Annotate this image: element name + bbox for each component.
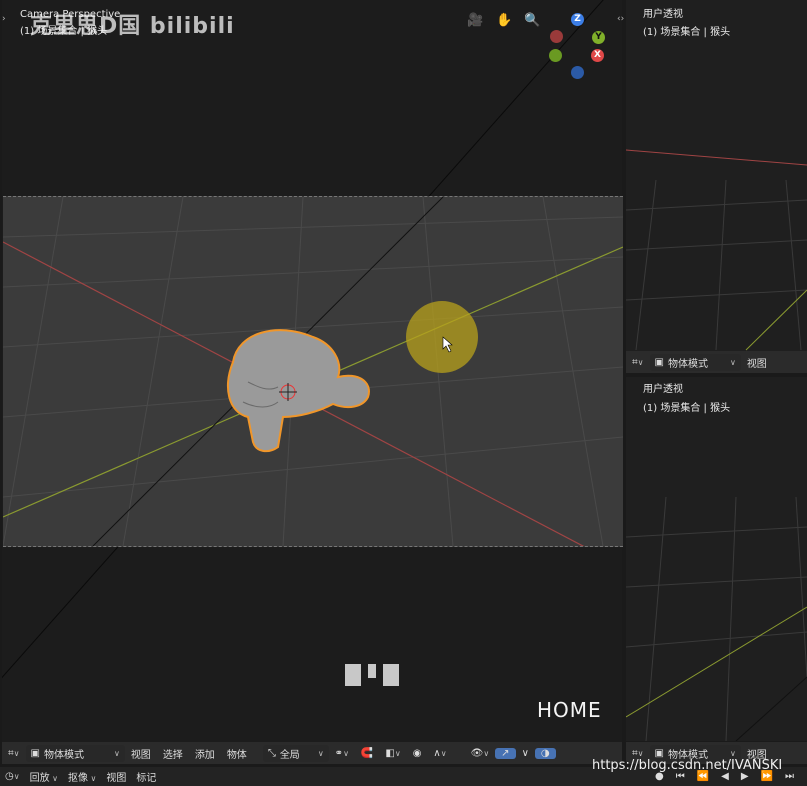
keying-menu[interactable]: 抠像 ∨: [63, 769, 101, 784]
home-key-label: HOME: [537, 698, 602, 722]
right-bottom-title: 用户透视: [643, 384, 683, 395]
right-top-grid: [626, 149, 807, 351]
snap-icon[interactable]: 🧲: [355, 748, 379, 759]
visibility-icon[interactable]: 👁∨: [465, 748, 496, 759]
marker-menu[interactable]: 标记: [131, 769, 161, 784]
jump-end-icon[interactable]: ⏭: [780, 771, 799, 782]
pause-left-bar: [345, 664, 361, 686]
chevron-down-icon: ∨: [113, 748, 120, 758]
mode-dropdown[interactable]: ▣ 物体模式 ∨: [25, 744, 125, 762]
menu-view[interactable]: 视图: [125, 746, 157, 761]
menu-view[interactable]: 视图: [741, 355, 773, 370]
bilibili-watermark: 克里思D国 bilibili: [30, 14, 235, 39]
gizmo-x-axis[interactable]: X: [591, 49, 604, 62]
mode-icon: ▣: [30, 747, 40, 759]
mode-label: 物体模式: [43, 749, 84, 761]
mode-icon: ▣: [654, 356, 664, 368]
right-top-collection: (1) 场景集合 | 猴头: [643, 27, 731, 38]
split-arrow-mid[interactable]: ‹›: [617, 14, 624, 24]
pause-mid-bar: [368, 664, 376, 678]
pause-right-bar: [383, 664, 399, 686]
mode-dropdown[interactable]: ▣ 物体模式 ∨: [649, 353, 741, 371]
editor-type-icon[interactable]: ⌗∨: [2, 748, 26, 759]
transform-orientation-dropdown[interactable]: ⤡ 全局 ∨: [262, 744, 329, 762]
split-arrow-left[interactable]: ›: [2, 14, 6, 24]
gizmo-z-axis[interactable]: Z: [571, 13, 584, 26]
menu-add[interactable]: 添加: [189, 746, 221, 761]
zoom-icon[interactable]: 🔍: [524, 13, 540, 29]
right-bottom-viewport[interactable]: [626, 377, 807, 741]
playback-menu[interactable]: 回放 ∨: [25, 769, 63, 784]
camera-frame: [3, 196, 623, 547]
gizmo-y-axis[interactable]: Y: [592, 31, 605, 44]
gizmo-neg-x[interactable]: [550, 30, 563, 43]
right-bottom-collection: (1) 场景集合 | 猴头: [643, 403, 731, 414]
proportional-edit-icon[interactable]: ◉: [407, 748, 428, 759]
right-bottom-grid: [626, 496, 807, 741]
camera-view-icon[interactable]: 🎥: [467, 13, 483, 29]
snap-target-icon[interactable]: ◧∨: [379, 748, 406, 759]
orientation-icon: ⤡: [267, 747, 276, 759]
gizmo-neg-y[interactable]: [549, 49, 562, 62]
timeline-editor-icon[interactable]: ◷∨: [0, 771, 25, 782]
suzanne-monkey: [227, 329, 370, 453]
menu-select[interactable]: 选择: [157, 746, 189, 761]
transform-label: 全局: [279, 749, 300, 761]
overlay-icon[interactable]: ∨: [516, 748, 535, 759]
scene-grid: [3, 197, 623, 546]
right-top-viewport[interactable]: [626, 0, 807, 373]
editor-type-icon[interactable]: ⌗∨: [626, 748, 650, 759]
right-top-header: ⌗∨ ▣ 物体模式 ∨ 视图: [626, 351, 807, 373]
csdn-url-watermark: https://blog.csdn.net/IVANSKI: [592, 758, 783, 773]
xray-icon[interactable]: ◑: [534, 747, 556, 759]
editor-type-icon[interactable]: ⌗∨: [626, 357, 650, 368]
mode-icon: ▣: [654, 747, 664, 759]
menu-object[interactable]: 物体: [221, 746, 253, 761]
timeline-view-menu[interactable]: 视图: [101, 769, 131, 784]
gizmo-neg-z[interactable]: [571, 66, 584, 79]
cursor-highlight: [406, 301, 478, 373]
pivot-icon[interactable]: ⚭∨: [329, 748, 355, 759]
gizmo-toggle-icon[interactable]: ↗: [495, 747, 516, 759]
main-viewport-header: ⌗∨ ▣ 物体模式 ∨ 视图 选择 添加 物体 ⤡ 全局 ∨ ⚭∨ 🧲 ◧∨ ◉ ∧∨ …: [2, 742, 622, 764]
falloff-icon[interactable]: ∧∨: [427, 748, 452, 759]
right-top-title: 用户透视: [643, 9, 683, 20]
pan-hand-icon[interactable]: ✋: [496, 13, 512, 29]
